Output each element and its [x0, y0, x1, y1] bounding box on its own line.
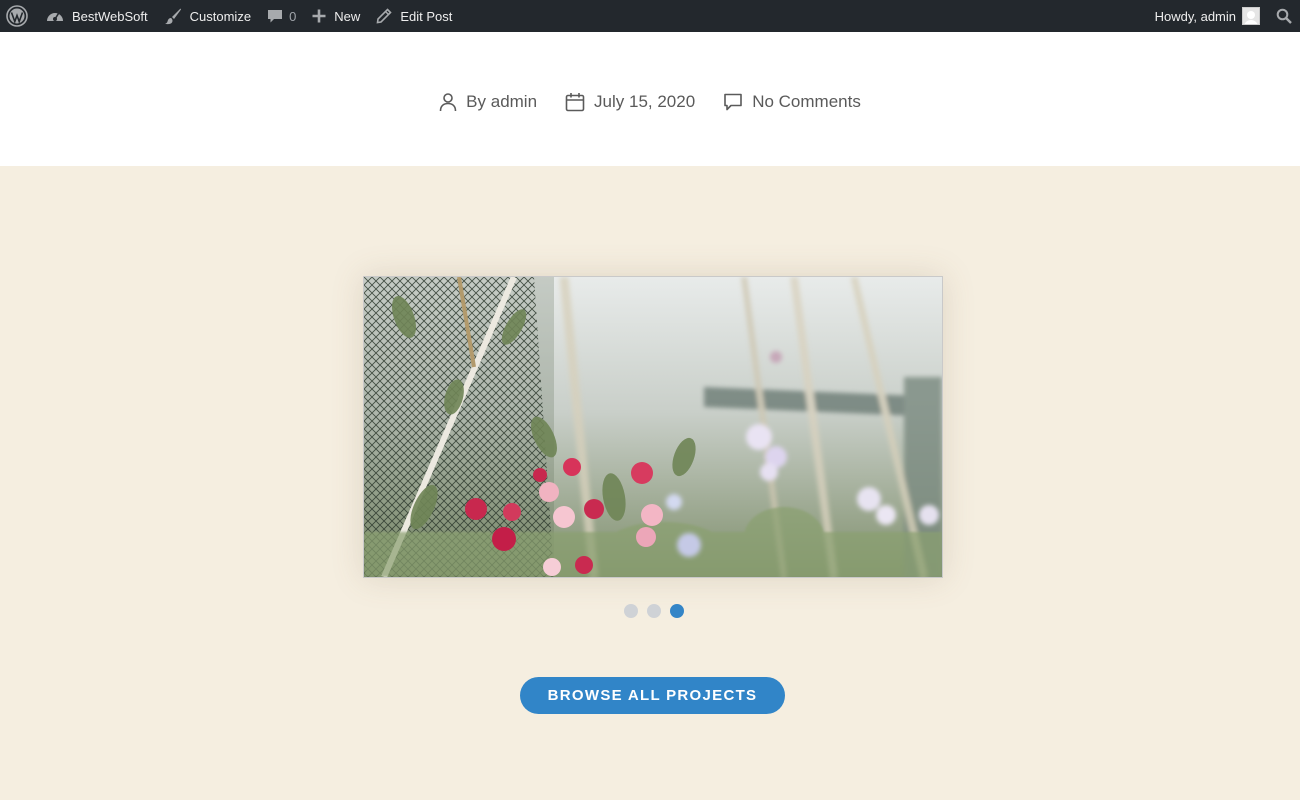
- comments-link[interactable]: 0: [259, 0, 304, 32]
- slider-dot-2[interactable]: [647, 604, 661, 618]
- slider-dots: [624, 604, 684, 618]
- date-link[interactable]: July 15, 2020: [594, 92, 695, 111]
- post-comments: No Comments: [723, 92, 861, 112]
- slide-image: [364, 277, 942, 577]
- dashboard-icon: [47, 13, 63, 21]
- edit-post-label: Edit Post: [400, 8, 453, 24]
- post-meta-list: By admin July 15, 2020 No Comments: [0, 92, 1300, 112]
- plus-icon: [312, 9, 326, 23]
- projects-section: BROWSE ALL PROJECTS: [0, 166, 1300, 800]
- new-label: New: [334, 8, 361, 24]
- comment-bubble-icon: [268, 10, 283, 23]
- comments-count: 0: [289, 8, 297, 24]
- avatar: [1242, 7, 1260, 25]
- edit-post-link[interactable]: Edit Post: [368, 0, 460, 32]
- admin-bar: BestWebSoft Customize 0 New Edit Post Ho…: [0, 0, 1300, 32]
- site-name-menu[interactable]: BestWebSoft: [38, 0, 156, 32]
- comment-icon: [724, 93, 742, 111]
- wordpress-logo-icon: [6, 5, 28, 27]
- slider-dot-1[interactable]: [624, 604, 638, 618]
- howdy-label: Howdy, admin: [1154, 8, 1236, 24]
- search-icon: [1276, 8, 1292, 24]
- wordpress-logo-button[interactable]: [0, 0, 38, 32]
- image-slider[interactable]: [363, 276, 943, 578]
- admin-bar-left: BestWebSoft Customize 0 New Edit Post: [0, 0, 460, 32]
- comments-link-text[interactable]: No Comments: [752, 92, 861, 111]
- customize-label: Customize: [189, 8, 252, 24]
- new-content-menu[interactable]: New: [304, 0, 368, 32]
- post-date: July 15, 2020: [565, 92, 695, 112]
- admin-bar-right: Howdy, admin: [1147, 0, 1300, 32]
- my-account-menu[interactable]: Howdy, admin: [1147, 0, 1268, 32]
- calendar-icon: [565, 93, 585, 112]
- post-author: By admin: [439, 92, 537, 112]
- brush-icon: [164, 8, 181, 25]
- slider-dot-3[interactable]: [670, 604, 684, 618]
- browse-all-projects-button[interactable]: BROWSE ALL PROJECTS: [520, 677, 785, 714]
- author-link[interactable]: By admin: [466, 92, 537, 111]
- pencil-icon: [376, 8, 392, 24]
- user-icon: [439, 93, 457, 112]
- site-name-label: BestWebSoft: [72, 8, 148, 24]
- customize-link[interactable]: Customize: [156, 0, 259, 32]
- post-meta: By admin July 15, 2020 No Comments: [0, 32, 1300, 166]
- search-button[interactable]: [1268, 0, 1300, 32]
